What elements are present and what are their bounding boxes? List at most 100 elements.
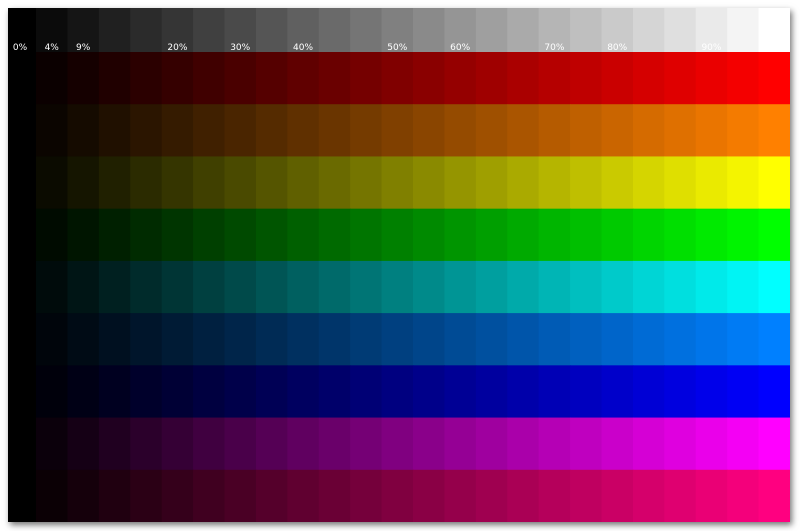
yellow-swatch-5 [161, 156, 194, 210]
red-swatch-1 [36, 52, 69, 105]
azure-swatch-15 [475, 313, 508, 366]
cyan-swatch-14 [444, 260, 477, 314]
cyan-swatch-1 [36, 260, 69, 314]
yellow-swatch-17 [538, 156, 571, 210]
blue-swatch-2 [67, 365, 100, 419]
blue-swatch-24 [758, 365, 790, 419]
red-swatch-14 [444, 52, 477, 105]
blue-swatch-9 [287, 365, 320, 419]
yellow-swatch-16 [507, 156, 540, 210]
rose-swatch-17 [538, 469, 571, 522]
rose-swatch-20 [632, 469, 665, 522]
cyan-swatch-19 [601, 260, 634, 314]
rose-swatch-8 [255, 469, 288, 522]
magenta-swatch-2 [67, 417, 100, 471]
azure-swatch-3 [98, 313, 131, 366]
cyan-swatch-10 [318, 260, 351, 314]
magenta-swatch-3 [98, 417, 131, 471]
test-pattern-frame: 0% 4% 9% 20% 30% 40% 50% 60% 70% 80% 90% 100% [8, 8, 790, 522]
rose-swatch-16 [507, 469, 540, 522]
blue-swatch-19 [601, 365, 634, 419]
yellow-swatch-10 [318, 156, 351, 210]
magenta-swatch-18 [570, 417, 603, 471]
green-swatch-20 [632, 208, 665, 262]
gray-swatch-8 [255, 8, 288, 53]
green-swatch-15 [475, 208, 508, 262]
blue-swatch-3 [98, 365, 131, 419]
orange-swatch-23 [727, 104, 760, 158]
green-swatch-2 [67, 208, 100, 262]
azure-swatch-18 [570, 313, 603, 366]
orange-swatch-5 [161, 104, 194, 158]
rose-swatch-4 [130, 469, 163, 522]
green-swatch-22 [695, 208, 728, 262]
green-swatch-13 [413, 208, 446, 262]
cyan-swatch-12 [381, 260, 414, 314]
orange-swatch-6 [193, 104, 226, 158]
blue-swatch-13 [413, 365, 446, 419]
red-swatch-16 [507, 52, 540, 105]
green-swatch-8 [255, 208, 288, 262]
green-swatch-4 [130, 208, 163, 262]
blue-swatch-22 [695, 365, 728, 419]
gray-swatch-9 [287, 8, 320, 53]
azure-swatch-4 [130, 313, 163, 366]
gray-swatch-13 [413, 8, 446, 53]
yellow-swatch-18 [570, 156, 603, 210]
red-swatch-13 [413, 52, 446, 105]
gray-swatch-4 [130, 8, 163, 53]
red-swatch-15 [475, 52, 508, 105]
rose-swatch-12 [381, 469, 414, 522]
red-swatch-24 [758, 52, 790, 105]
rose-swatch-10 [318, 469, 351, 522]
blue-swatch-14 [444, 365, 477, 419]
green-swatch-23 [727, 208, 760, 262]
blue-swatch-17 [538, 365, 571, 419]
orange-swatch-14 [444, 104, 477, 158]
magenta-swatch-12 [381, 417, 414, 471]
green-swatch-21 [664, 208, 697, 262]
red-swatch-21 [664, 52, 697, 105]
black-column [8, 8, 36, 522]
orange-swatch-2 [67, 104, 100, 158]
blue-swatch-10 [318, 365, 351, 419]
gray-swatch-11 [350, 8, 383, 53]
cyan-swatch-9 [287, 260, 320, 314]
orange-swatch-9 [287, 104, 320, 158]
green-swatch-10 [318, 208, 351, 262]
magenta-swatch-19 [601, 417, 634, 471]
red-swatch-17 [538, 52, 571, 105]
green-swatch-1 [36, 208, 69, 262]
red-swatch-10 [318, 52, 351, 105]
orange-swatch-4 [130, 104, 163, 158]
color-gradient-grid [8, 8, 790, 522]
green-swatch-18 [570, 208, 603, 262]
red-swatch-12 [381, 52, 414, 105]
azure-swatch-7 [224, 313, 257, 366]
yellow-swatch-11 [350, 156, 383, 210]
gray-swatch-10 [318, 8, 351, 53]
green-swatch-9 [287, 208, 320, 262]
red-swatch-8 [255, 52, 288, 105]
cyan-swatch-2 [67, 260, 100, 314]
rose-swatch-11 [350, 469, 383, 522]
magenta-swatch-17 [538, 417, 571, 471]
orange-swatch-20 [632, 104, 665, 158]
magenta-swatch-10 [318, 417, 351, 471]
gray-swatch-21 [664, 8, 697, 53]
green-swatch-12 [381, 208, 414, 262]
rose-swatch-22 [695, 469, 728, 522]
azure-swatch-20 [632, 313, 665, 366]
azure-swatch-10 [318, 313, 351, 366]
gray-swatch-2 [67, 8, 100, 53]
yellow-swatch-19 [601, 156, 634, 210]
blue-swatch-6 [193, 365, 226, 419]
blue-swatch-16 [507, 365, 540, 419]
azure-swatch-9 [287, 313, 320, 366]
rose-swatch-9 [287, 469, 320, 522]
cyan-swatch-13 [413, 260, 446, 314]
magenta-swatch-6 [193, 417, 226, 471]
gray-swatch-14 [444, 8, 477, 53]
magenta-swatch-8 [255, 417, 288, 471]
rose-swatch-1 [36, 469, 69, 522]
